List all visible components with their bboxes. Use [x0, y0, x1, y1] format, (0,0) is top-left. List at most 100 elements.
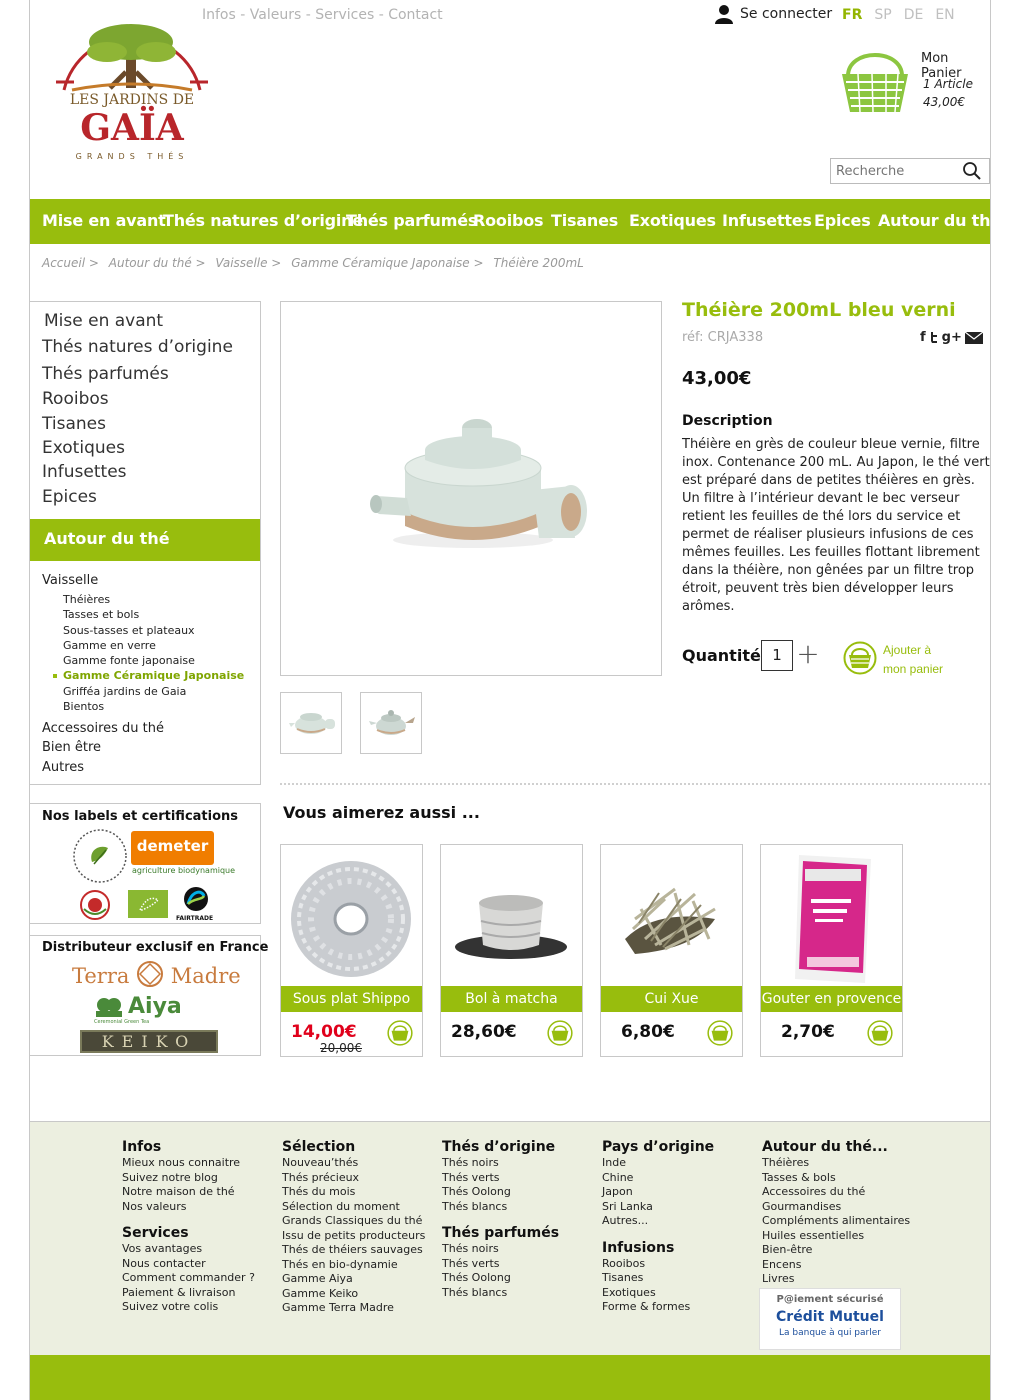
sidebar-item-epices[interactable]: Epices [42, 487, 97, 507]
lang-en[interactable]: EN [935, 7, 954, 23]
add-to-cart-button[interactable]: Ajouter à mon panier [843, 639, 943, 677]
basket-add-icon[interactable] [867, 1020, 893, 1046]
footer-link[interactable]: Livres [762, 1272, 910, 1287]
nav-rooibos[interactable]: Rooibos [473, 211, 544, 230]
footer-link[interactable]: Encens [762, 1258, 910, 1273]
footer-link[interactable]: Gourmandises [762, 1200, 910, 1215]
plus-icon[interactable]: + [796, 640, 820, 669]
footer-link[interactable]: Thés noirs [442, 1156, 559, 1171]
basket-add-icon[interactable] [707, 1020, 733, 1046]
footer-link[interactable]: Suivez notre blog [122, 1171, 255, 1186]
footer-link[interactable]: Issu de petits producteurs [282, 1229, 425, 1244]
sidebar-subsub-verre[interactable]: Gamme en verre [63, 639, 156, 652]
top-link-valeurs[interactable]: Valeurs [250, 7, 302, 23]
product-card[interactable]: Gouter en provence 2,70€ [760, 844, 903, 1057]
footer-link[interactable]: Thés du mois [282, 1185, 425, 1200]
top-link-contact[interactable]: Contact [388, 7, 442, 23]
footer-link[interactable]: Huiles essentielles [762, 1229, 910, 1244]
nav-tisanes[interactable]: Tisanes [551, 211, 618, 230]
sidebar-item-tisanes[interactable]: Tisanes [42, 414, 106, 434]
basket-icon[interactable] [838, 44, 912, 116]
product-card[interactable]: Cui Xue 6,80€ [600, 844, 743, 1057]
footer-link[interactable]: Comment commander ? [122, 1271, 255, 1286]
footer-link[interactable]: Thés verts [442, 1257, 559, 1272]
footer-link[interactable]: Mieux nous connaitre [122, 1156, 255, 1171]
footer-link[interactable]: Inde [602, 1156, 714, 1171]
footer-link[interactable]: Thés blancs [442, 1286, 559, 1301]
basket-add-icon[interactable] [387, 1020, 413, 1046]
crumb-vaisselle[interactable]: Vaisselle > [215, 256, 281, 270]
lang-de[interactable]: DE [904, 7, 924, 23]
footer-link[interactable]: Thés précieux [282, 1171, 425, 1186]
login-link[interactable]: Se connecter [714, 4, 832, 24]
sidebar-item-mise-en-avant[interactable]: Mise en avant [44, 311, 163, 331]
footer-link[interactable]: Compléments alimentaires [762, 1214, 910, 1229]
site-logo[interactable]: LES JARDINS DE GAÏA GRANDS THÉS [52, 12, 212, 172]
product-thumb-1[interactable] [280, 692, 342, 754]
sidebar-item-thes-parfumes[interactable]: Thés parfumés [42, 364, 169, 384]
top-link-services[interactable]: Services [315, 7, 374, 23]
lang-fr[interactable]: FR [842, 7, 862, 23]
footer-link[interactable]: Théières [762, 1156, 910, 1171]
sidebar-sub-autres[interactable]: Autres [42, 760, 84, 775]
footer-link[interactable]: Rooibos [602, 1257, 714, 1272]
footer-link[interactable]: Tisanes [602, 1271, 714, 1286]
footer-link[interactable]: Gamme Keiko [282, 1287, 425, 1302]
footer-link[interactable]: Thés noirs [442, 1242, 559, 1257]
mail-icon[interactable] [964, 331, 983, 344]
footer-link[interactable]: Forme & formes [602, 1300, 714, 1315]
footer-link[interactable]: Gamme Aiya [282, 1272, 425, 1287]
lang-sp[interactable]: SP [874, 7, 891, 23]
footer-link[interactable]: Suivez votre colis [122, 1300, 255, 1315]
footer-link[interactable]: Accessoires du thé [762, 1185, 910, 1200]
sidebar-subsub-griffea[interactable]: Grifféa jardins de Gaia [63, 685, 186, 698]
search-input[interactable] [831, 160, 959, 182]
footer-link[interactable]: Chine [602, 1171, 714, 1186]
footer-link[interactable]: Vos avantages [122, 1242, 255, 1257]
sidebar-subsub-bientos[interactable]: Bientos [63, 700, 104, 713]
search-icon[interactable] [959, 159, 985, 183]
footer-link[interactable]: Thés en bio-dynamie [282, 1258, 425, 1273]
footer-link[interactable]: Sri Lanka [602, 1200, 714, 1215]
footer-link[interactable]: Paiement & livraison [122, 1286, 255, 1301]
crumb-accueil[interactable]: Accueil > [42, 256, 99, 270]
sidebar-subsub-sous-tasses[interactable]: Sous-tasses et plateaux [63, 624, 195, 637]
nav-infusettes[interactable]: Infusettes [722, 211, 812, 230]
nav-exotiques[interactable]: Exotiques [629, 211, 716, 230]
sidebar-item-rooibos[interactable]: Rooibos [42, 389, 109, 409]
sidebar-active-band[interactable]: Autour du thé [30, 519, 260, 561]
crumb-gamme[interactable]: Gamme Céramique Japonaise > [291, 256, 483, 270]
footer-link[interactable]: Thés blancs [442, 1200, 559, 1215]
facebook-icon[interactable]: f [920, 330, 926, 345]
product-card[interactable]: Bol à matcha 28,60€ [440, 844, 583, 1057]
footer-link[interactable]: Notre maison de thé [122, 1185, 255, 1200]
quantity-input[interactable]: 1 [761, 640, 793, 671]
footer-link[interactable]: Nous contacter [122, 1257, 255, 1272]
sidebar-sub-bien-etre[interactable]: Bien être [42, 740, 101, 755]
sidebar-subsub-fonte[interactable]: Gamme fonte japonaise [63, 654, 195, 667]
sidebar-item-exotiques[interactable]: Exotiques [42, 438, 125, 458]
crumb-autour[interactable]: Autour du thé > [109, 256, 206, 270]
product-main-image[interactable] [280, 301, 662, 676]
google-plus-icon[interactable]: g+ [942, 330, 962, 345]
nav-mise-en-avant[interactable]: Mise en avant [42, 211, 166, 230]
footer-link[interactable]: Nos valeurs [122, 1200, 255, 1215]
sidebar-subsub-ceramique[interactable]: Gamme Céramique Japonaise [63, 669, 244, 682]
sidebar-subsub-theieres[interactable]: Théières [63, 593, 110, 606]
footer-link[interactable]: Thés Oolong [442, 1185, 559, 1200]
twitter-icon[interactable] [929, 331, 939, 344]
product-card[interactable]: Sous plat Shippo 14,00€ 20,00€ [280, 844, 423, 1057]
footer-link[interactable]: Nouveau’thés [282, 1156, 425, 1171]
footer-link[interactable]: Grands Classiques du thé [282, 1214, 425, 1229]
footer-link[interactable]: Tasses & bols [762, 1171, 910, 1186]
sidebar-sub-accessoires[interactable]: Accessoires du thé [42, 721, 164, 736]
product-thumb-2[interactable] [360, 692, 422, 754]
footer-link[interactable]: Thés de théiers sauvages [282, 1243, 425, 1258]
nav-thes-parfumes[interactable]: Thés parfumés [346, 211, 477, 230]
sidebar-subsub-tasses[interactable]: Tasses et bols [63, 608, 139, 621]
nav-epices[interactable]: Epices [814, 211, 871, 230]
footer-link[interactable]: Gamme Terra Madre [282, 1301, 425, 1316]
footer-link[interactable]: Japon [602, 1185, 714, 1200]
footer-link[interactable]: Sélection du moment [282, 1200, 425, 1215]
sidebar-item-thes-natures[interactable]: Thés natures d’origine [42, 337, 233, 357]
